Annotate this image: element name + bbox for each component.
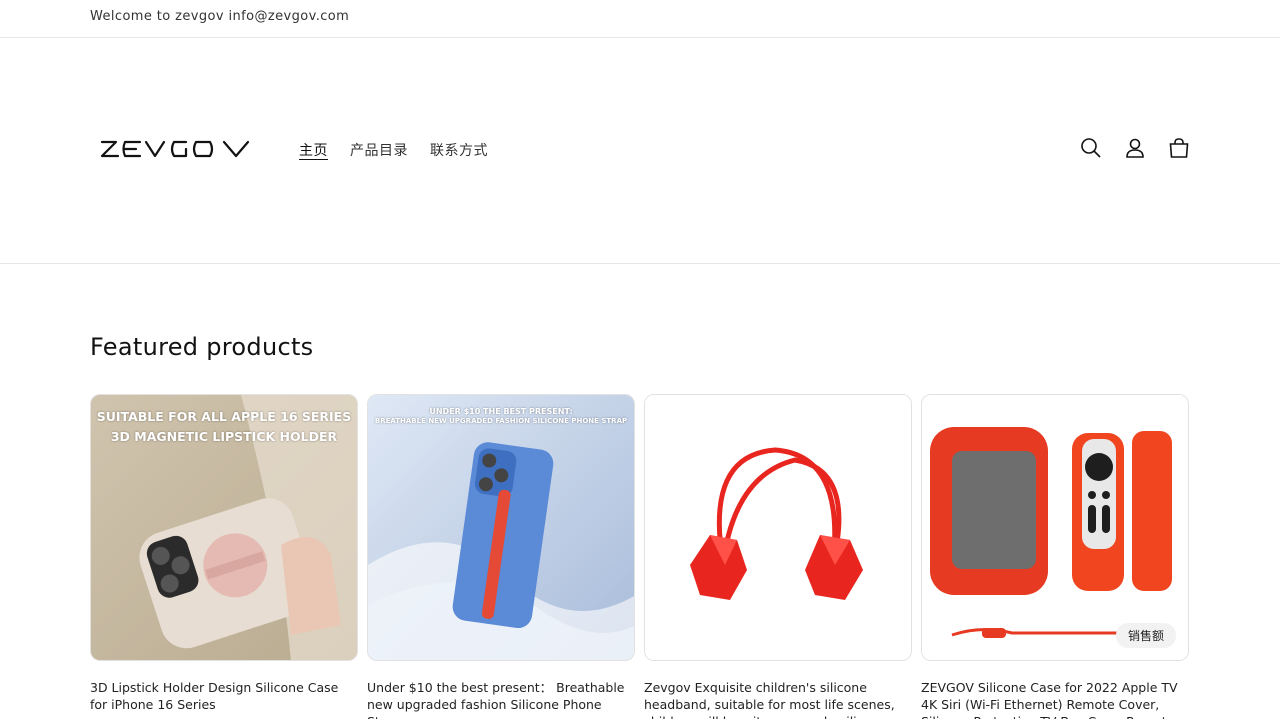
logo-wordmark: [100, 140, 250, 158]
product-title[interactable]: ZEVGOV Silicone Case for 2022 Apple TV 4…: [921, 679, 1187, 719]
nav-contact[interactable]: 联系方式: [430, 140, 488, 160]
site-header: 主页 产品目录 联系方式: [0, 38, 1280, 264]
product-card[interactable]: 销售额 ZEVGOV Silicone Case for 2022 Apple …: [921, 394, 1189, 719]
image-caption: SUITABLE FOR ALL APPLE 16 SERIES: [96, 409, 352, 424]
header-icons: [1079, 136, 1191, 160]
product-title[interactable]: 3D Lipstick Holder Design Silicone Case …: [90, 679, 356, 719]
announcement-bar: Welcome to zevgov info@zevgov.com: [0, 0, 1280, 38]
product-image[interactable]: 销售额: [921, 394, 1189, 661]
nav-catalog[interactable]: 产品目录: [350, 140, 408, 160]
nav-home[interactable]: 主页: [299, 140, 328, 160]
account-icon[interactable]: [1123, 136, 1147, 160]
product-card[interactable]: SUITABLE FOR ALL APPLE 16 SERIES 3D MAGN…: [90, 394, 358, 719]
cart-icon[interactable]: [1167, 136, 1191, 160]
image-caption: 3D MAGNETIC LIPSTICK HOLDER: [110, 429, 338, 444]
product-title[interactable]: Zevgov Exquisite children's silicone hea…: [644, 679, 910, 719]
image-caption: BREATHABLE NEW UPGRADED FASHION SILICONE…: [374, 417, 628, 425]
product-image[interactable]: SUITABLE FOR ALL APPLE 16 SERIES 3D MAGN…: [90, 394, 358, 661]
sale-badge: 销售额: [1115, 623, 1176, 648]
announcement-text: Welcome to zevgov info@zevgov.com: [90, 9, 350, 24]
product-title[interactable]: Under $10 the best present： Breathable n…: [367, 679, 633, 719]
logo[interactable]: [100, 137, 250, 161]
product-card[interactable]: UNDER $10 THE BEST PRESENT: BREATHABLE N…: [367, 394, 635, 719]
image-caption: UNDER $10 THE BEST PRESENT:: [429, 407, 573, 416]
section-title: Featured products: [90, 333, 314, 361]
search-icon[interactable]: [1079, 136, 1103, 160]
product-card[interactable]: Zevgov Exquisite children's silicone hea…: [644, 394, 912, 719]
product-image[interactable]: UNDER $10 THE BEST PRESENT: BREATHABLE N…: [367, 394, 635, 661]
main-nav: 主页 产品目录 联系方式: [299, 140, 488, 160]
product-image[interactable]: [644, 394, 912, 661]
